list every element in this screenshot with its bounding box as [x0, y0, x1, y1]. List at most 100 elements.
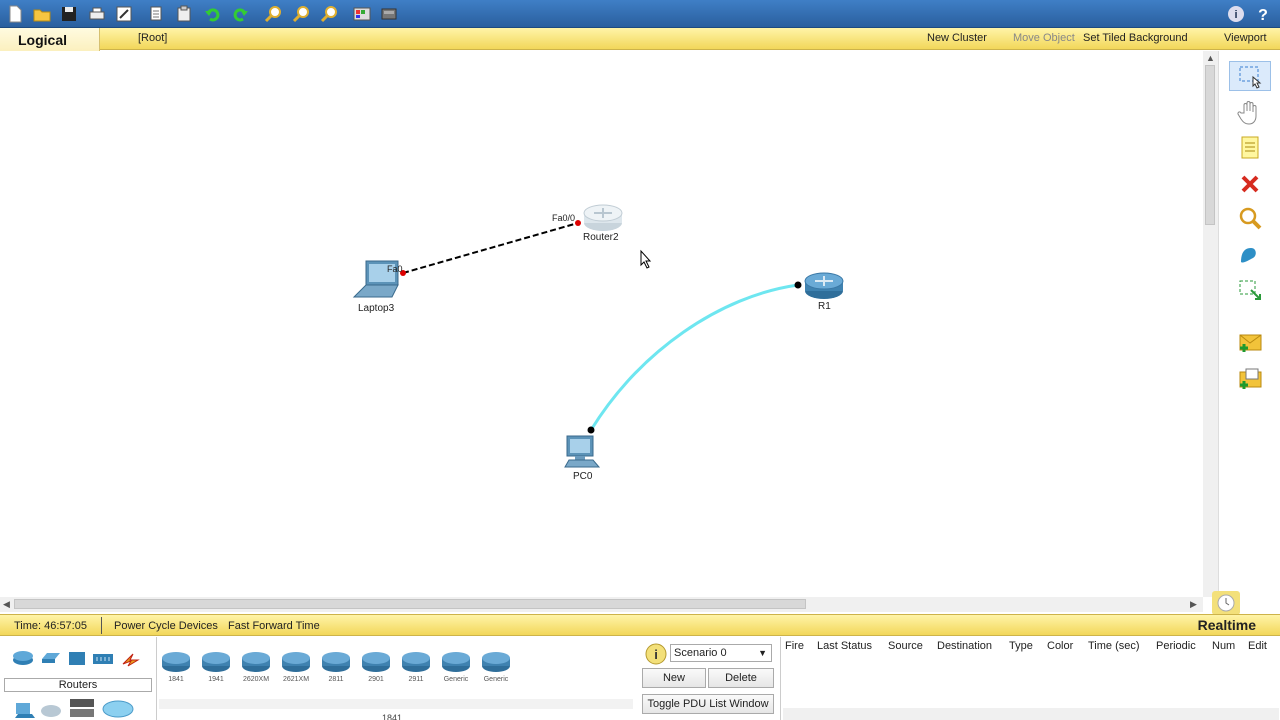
r1-device[interactable] — [803, 271, 845, 301]
pdu-col-periodic[interactable]: Periodic — [1156, 640, 1196, 652]
router-icon — [804, 272, 844, 299]
palette-icon[interactable] — [351, 3, 373, 25]
add-complex-pdu-icon[interactable] — [1229, 365, 1271, 395]
delete-scenario-button[interactable]: Delete — [708, 668, 774, 688]
fast-forward-time-button[interactable]: Fast Forward Time — [228, 620, 320, 632]
device-model-item[interactable]: 2620XM — [239, 649, 273, 689]
save-icon[interactable] — [58, 3, 80, 25]
redo-icon[interactable] — [229, 3, 251, 25]
select-icon[interactable] — [1229, 61, 1271, 91]
hubs-category-icon[interactable] — [66, 649, 88, 667]
device-model-item[interactable]: Generic — [479, 649, 513, 689]
copy-icon[interactable] — [146, 3, 168, 25]
help-icon[interactable]: ? — [1252, 3, 1274, 25]
link-endpoint-r1 — [794, 281, 802, 289]
pdu-col-edit[interactable]: Edit — [1248, 640, 1267, 652]
scroll-up-arrow[interactable]: ▲ — [1206, 53, 1215, 63]
zoom-in-icon[interactable] — [262, 3, 284, 25]
router2-device[interactable] — [582, 203, 624, 233]
toggle-pdu-list-button[interactable]: Toggle PDU List Window — [642, 694, 774, 714]
routers-category-icon[interactable] — [12, 649, 34, 667]
paste-icon[interactable] — [173, 3, 195, 25]
custom-devices-category-icon[interactable] — [68, 697, 96, 719]
draw-shape-icon[interactable] — [1229, 240, 1271, 270]
scenario-select[interactable]: Scenario 0 ▼ — [670, 644, 772, 662]
router-icon — [583, 204, 623, 231]
set-tiled-background-button[interactable]: Set Tiled Background — [1083, 32, 1188, 44]
packet-tracer-window: i ? Logical [Root] New Cluster Move Obje… — [0, 0, 1280, 720]
console-cable-link[interactable] — [589, 283, 799, 431]
scroll-right-arrow[interactable]: ▶ — [1190, 599, 1197, 610]
move-object-button[interactable]: Move Object — [1013, 32, 1075, 44]
crossover-cable-link[interactable] — [402, 222, 579, 274]
viewport-button[interactable]: Viewport — [1224, 32, 1267, 44]
scenario-info-icon[interactable]: i — [645, 643, 667, 665]
hand-icon[interactable] — [1229, 97, 1271, 127]
connections-category-icon[interactable] — [120, 649, 142, 667]
logical-title: Logical — [18, 32, 68, 48]
horizontal-scrollbar[interactable]: ◀ ▶ — [0, 597, 1203, 612]
pdu-col-last-status[interactable]: Last Status — [817, 640, 872, 652]
custom-devices-icon[interactable] — [378, 3, 400, 25]
device-list-scrollbar[interactable] — [159, 699, 633, 709]
realtime-mode-tab[interactable]: Realtime — [1198, 617, 1256, 633]
zoom-out-icon[interactable] — [318, 3, 340, 25]
open-folder-icon[interactable] — [31, 3, 53, 25]
pc-icon — [564, 435, 601, 468]
device-model-item[interactable]: 2811 — [319, 649, 353, 689]
switches-category-icon[interactable] — [40, 649, 62, 667]
device-model-label: 1941 — [208, 676, 224, 683]
scenario-panel: i Scenario 0 ▼ New Delete Toggle PDU Lis… — [640, 637, 778, 720]
pc0-device[interactable] — [563, 435, 603, 471]
router-icon — [282, 652, 310, 672]
vertical-scroll-thumb[interactable] — [1205, 65, 1215, 225]
info-icon[interactable]: i — [1225, 3, 1247, 25]
links-layer — [400, 220, 802, 434]
device-model-label: Generic — [443, 676, 469, 683]
note-icon[interactable] — [1229, 133, 1271, 163]
pdu-list-table: Fire Last Status Source Destination Type… — [780, 637, 1280, 720]
wireless-category-icon[interactable] — [92, 649, 114, 667]
router-icon — [362, 652, 390, 672]
device-model-item[interactable]: 1841 — [159, 649, 193, 689]
router-icon — [242, 652, 270, 672]
logical-workspace-canvas[interactable]: Router2 Fa0/0 R1 Fa0 Laptop3 PC0 — [0, 51, 1203, 597]
pdu-col-fire[interactable]: Fire — [785, 640, 804, 652]
power-cycle-devices-button[interactable]: Power Cycle Devices — [114, 620, 218, 632]
device-model-item[interactable]: 2901 — [359, 649, 393, 689]
delete-icon[interactable] — [1229, 169, 1271, 199]
pdu-col-source[interactable]: Source — [888, 640, 923, 652]
pdu-col-time[interactable]: Time (sec) — [1088, 640, 1140, 652]
add-simple-pdu-icon[interactable] — [1229, 328, 1271, 358]
new-file-icon[interactable] — [4, 3, 26, 25]
realtime-clock-icon[interactable] — [1212, 591, 1240, 615]
wan-emulation-category-icon[interactable] — [40, 701, 62, 719]
end-devices-category-icon[interactable] — [14, 701, 36, 719]
scenario-select-value: Scenario 0 — [674, 647, 727, 659]
vertical-scrollbar[interactable]: ▲ — [1203, 51, 1218, 597]
scroll-left-arrow[interactable]: ◀ — [3, 599, 10, 610]
undo-icon[interactable] — [202, 3, 224, 25]
resize-icon[interactable] — [1229, 275, 1271, 305]
pdu-list-scrollbar[interactable] — [783, 708, 1279, 720]
pdu-col-type[interactable]: Type — [1009, 640, 1033, 652]
pdu-col-color[interactable]: Color — [1047, 640, 1073, 652]
device-model-item[interactable]: 1941 — [199, 649, 233, 689]
multiuser-category-icon[interactable] — [102, 699, 134, 719]
zoom-reset-icon[interactable] — [290, 3, 312, 25]
device-model-item[interactable]: 2621XM — [279, 649, 313, 689]
pdu-col-destination[interactable]: Destination — [937, 640, 992, 652]
new-cluster-button[interactable]: New Cluster — [927, 32, 987, 44]
router-icon — [442, 652, 470, 672]
device-model-item[interactable]: 2911 — [399, 649, 433, 689]
new-scenario-button[interactable]: New — [642, 668, 706, 688]
root-breadcrumb[interactable]: [Root] — [138, 32, 167, 44]
activity-wizard-icon[interactable] — [113, 3, 135, 25]
inspect-icon[interactable] — [1229, 204, 1271, 234]
horizontal-scroll-thumb[interactable] — [14, 599, 806, 609]
print-icon[interactable] — [86, 3, 108, 25]
time-display: Time: 46:57:05 — [14, 620, 87, 632]
pdu-col-num[interactable]: Num — [1212, 640, 1235, 652]
svg-text:i: i — [1234, 9, 1237, 21]
device-model-item[interactable]: Generic — [439, 649, 473, 689]
